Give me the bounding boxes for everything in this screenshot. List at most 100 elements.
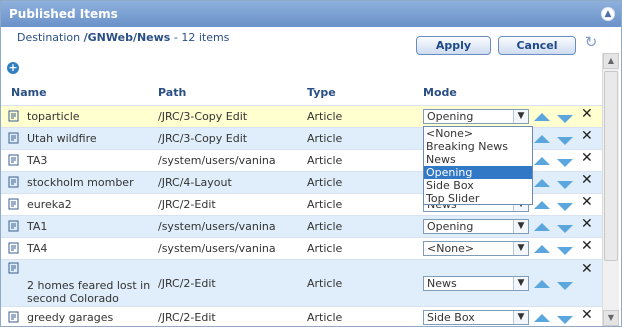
move-down-icon[interactable] [557, 316, 573, 324]
row-name[interactable]: eureka2 [27, 198, 72, 211]
article-icon [8, 154, 19, 166]
delete-icon[interactable]: ✕ [581, 173, 593, 187]
move-down-icon[interactable] [557, 282, 573, 290]
row-path: /JRC/4-Layout [158, 176, 232, 189]
move-up-icon[interactable] [534, 314, 550, 322]
table-row[interactable]: TA4/system/users/vanina Article <None> ▼ ✕ [1, 237, 603, 259]
delete-icon[interactable]: ✕ [581, 129, 593, 143]
refresh-icon[interactable]: ↻ [583, 34, 599, 50]
collapse-icon[interactable]: ▲ [601, 7, 615, 21]
panel-title: Published Items [9, 7, 118, 21]
mode-select[interactable]: Opening ▼ [423, 109, 529, 124]
dropdown-option[interactable]: <None> [424, 127, 532, 140]
dropdown-option[interactable]: Top Slider [424, 192, 532, 205]
delete-icon[interactable]: ✕ [581, 262, 593, 276]
mode-dropdown-list[interactable]: <None> Breaking News News Opening Side Box To… [423, 126, 533, 205]
row-path: /JRC/2-Edit [158, 198, 216, 211]
col-mode: Mode [423, 86, 457, 99]
move-down-icon[interactable] [557, 225, 573, 233]
scroll-down-icon[interactable]: ▼ [603, 310, 619, 326]
article-icon [8, 110, 19, 122]
chevron-down-icon[interactable]: ▼ [513, 277, 528, 290]
col-path: Path [158, 86, 187, 99]
move-up-icon[interactable] [534, 245, 550, 253]
chevron-down-icon[interactable]: ▼ [513, 311, 528, 324]
item-count: - 12 items [173, 31, 230, 44]
move-down-icon[interactable] [557, 159, 573, 167]
article-icon [8, 132, 19, 144]
table-row[interactable]: TA1/system/users/vanina Article Opening ▼ ✕ [1, 215, 603, 237]
row-type: Article [307, 198, 343, 211]
delete-icon[interactable]: ✕ [581, 107, 593, 121]
row-type: Article [307, 110, 343, 123]
table-row[interactable]: toparticle/JRC/3-Copy Edit Article Opening… [1, 105, 603, 127]
vertical-scrollbar[interactable]: ▲ ▼ [602, 53, 619, 326]
delete-icon[interactable]: ✕ [581, 239, 593, 253]
dropdown-option[interactable]: Breaking News [424, 140, 532, 153]
row-name[interactable]: greedy garages [27, 311, 113, 324]
article-icon [8, 242, 19, 254]
mode-value: News [427, 277, 457, 290]
move-up-icon[interactable] [534, 280, 550, 288]
dropdown-option[interactable]: Opening [424, 166, 532, 179]
destination-info: Destination /GNWeb/News - 12 items [17, 31, 229, 44]
move-down-icon[interactable] [557, 203, 573, 211]
row-path: /JRC/3-Copy Edit [158, 132, 248, 145]
published-items-panel: Published Items ▲ Destination /GNWeb/New… [0, 0, 622, 327]
row-path: /system/users/vanina [158, 154, 276, 167]
row-name[interactable]: toparticle [27, 110, 80, 123]
cancel-button[interactable]: Cancel [498, 36, 576, 55]
table-header: Name Path Type Mode [1, 77, 603, 105]
table-row[interactable]: 2 homes feared lost in second Colorado w… [1, 259, 603, 318]
move-down-icon[interactable] [557, 181, 573, 189]
mode-select[interactable]: Side Box ▼ [423, 310, 529, 325]
delete-icon[interactable]: ✕ [581, 308, 593, 322]
delete-icon[interactable]: ✕ [581, 195, 593, 209]
scroll-up-icon[interactable]: ▲ [603, 53, 619, 69]
row-path: /system/users/vanina [158, 220, 276, 233]
article-icon [8, 311, 19, 323]
row-name[interactable]: TA1 [27, 220, 47, 233]
mode-select[interactable]: News ▼ [423, 276, 529, 291]
row-path: /JRC/3-Copy Edit [158, 110, 248, 123]
row-type: Article [307, 311, 343, 324]
row-path: /JRC/2-Edit [158, 277, 216, 290]
move-up-icon[interactable] [534, 223, 550, 231]
move-up-icon[interactable] [534, 157, 550, 165]
chevron-down-icon[interactable]: ▼ [513, 220, 528, 233]
mode-select[interactable]: <None> ▼ [423, 241, 529, 256]
row-name[interactable]: stockholm momber [27, 176, 134, 189]
move-up-icon[interactable] [534, 201, 550, 209]
move-down-icon[interactable] [557, 115, 573, 123]
dropdown-option[interactable]: News [424, 153, 532, 166]
mode-value: <None> [427, 242, 475, 255]
apply-button[interactable]: Apply [416, 36, 491, 55]
move-down-icon[interactable] [557, 137, 573, 145]
delete-icon[interactable]: ✕ [581, 217, 593, 231]
dropdown-option[interactable]: Side Box [424, 179, 532, 192]
chevron-down-icon[interactable]: ▼ [513, 110, 528, 123]
destination-label: Destination [17, 31, 81, 44]
row-name[interactable]: TA3 [27, 154, 47, 167]
article-icon [8, 262, 19, 274]
move-up-icon[interactable] [534, 179, 550, 187]
move-up-icon[interactable] [534, 135, 550, 143]
article-icon [8, 176, 19, 188]
move-up-icon[interactable] [534, 113, 550, 121]
move-down-icon[interactable] [557, 247, 573, 255]
col-name: Name [11, 86, 47, 99]
scroll-thumb[interactable] [604, 71, 618, 261]
row-path: /JRC/2-Edit [158, 311, 216, 324]
row-type: Article [307, 277, 343, 290]
table-row[interactable]: greedy garages/JRC/2-Edit Article Side Box… [1, 306, 603, 326]
row-name[interactable]: Utah wildfire [27, 132, 97, 145]
row-type: Article [307, 242, 343, 255]
row-path: /system/users/vanina [158, 242, 276, 255]
delete-icon[interactable]: ✕ [581, 151, 593, 165]
row-name[interactable]: TA4 [27, 242, 47, 255]
destination-path: /GNWeb/News [83, 31, 171, 44]
mode-value: Opening [427, 220, 474, 233]
chevron-down-icon[interactable]: ▼ [513, 242, 528, 255]
mode-select[interactable]: Opening ▼ [423, 219, 529, 234]
add-icon[interactable]: + [7, 62, 19, 74]
